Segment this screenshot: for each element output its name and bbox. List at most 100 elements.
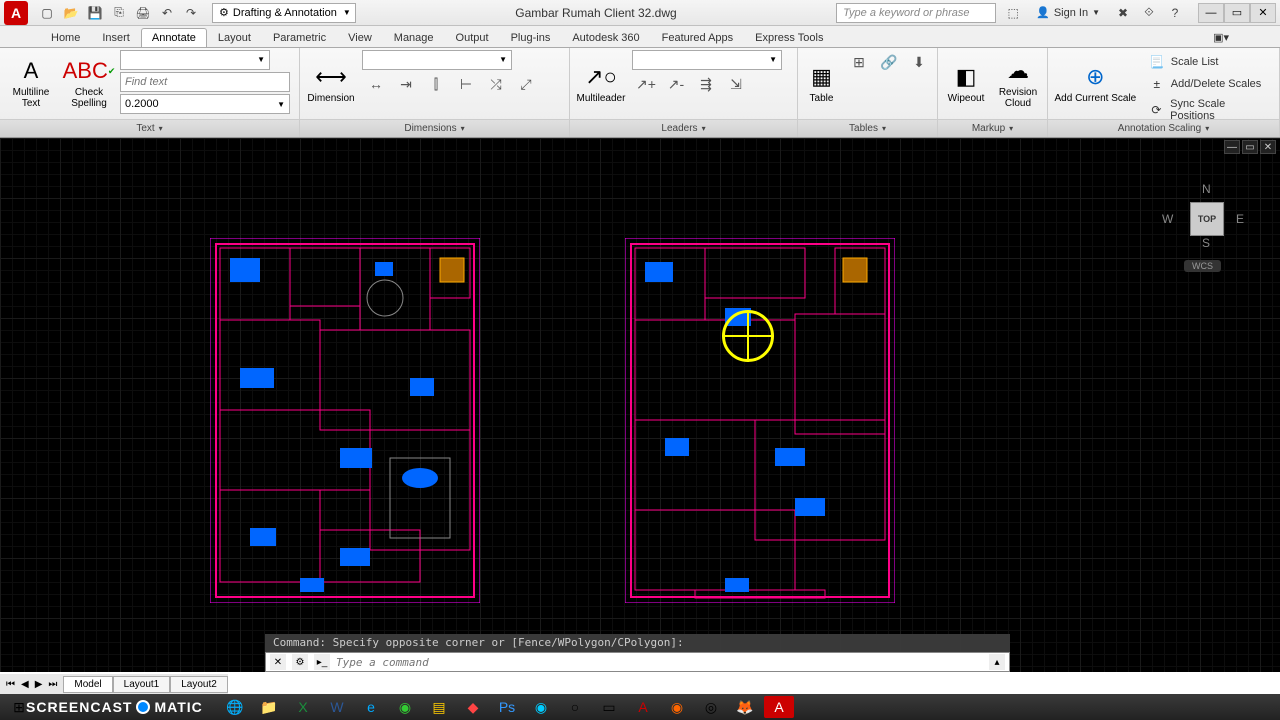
- table-link-icon[interactable]: 🔗: [875, 50, 903, 74]
- tab-home[interactable]: Home: [40, 28, 91, 47]
- leader-collect-icon[interactable]: ⇲: [722, 72, 750, 96]
- drawing-area[interactable]: — ▭ ✕: [0, 138, 1280, 672]
- wipeout-button[interactable]: ◧ Wipeout: [942, 50, 990, 116]
- command-input[interactable]: [336, 656, 983, 669]
- task-ie-icon[interactable]: 🌐: [220, 696, 250, 718]
- viewcube-south[interactable]: S: [1202, 236, 1210, 250]
- leader-style-dropdown[interactable]: [632, 50, 782, 70]
- command-close-icon[interactable]: ✕: [270, 654, 286, 670]
- task-word-icon[interactable]: W: [322, 696, 352, 718]
- close-button[interactable]: ✕: [1250, 3, 1276, 23]
- task-app2-icon[interactable]: ◉: [526, 696, 556, 718]
- new-icon[interactable]: ▢: [36, 2, 58, 24]
- task-chrome-icon[interactable]: ◎: [696, 696, 726, 718]
- app-logo[interactable]: A: [4, 1, 28, 25]
- vp-maximize-icon[interactable]: ▭: [1242, 140, 1258, 154]
- layout-next-icon[interactable]: ▶: [33, 679, 45, 690]
- scale-list-button[interactable]: 📃Scale List: [1149, 54, 1269, 70]
- add-delete-scales-button[interactable]: ±Add/Delete Scales: [1149, 76, 1269, 92]
- print-icon[interactable]: 🖨: [132, 2, 154, 24]
- exchange-icon[interactable]: ✖: [1112, 3, 1134, 23]
- dim-adjust-icon[interactable]: ⤢: [512, 72, 540, 96]
- stayconnected-icon[interactable]: ⟐: [1138, 3, 1160, 23]
- search-input[interactable]: Type a keyword or phrase: [836, 3, 996, 23]
- task-acad2-icon[interactable]: A: [764, 696, 794, 718]
- dim-break-icon[interactable]: ⤮: [482, 72, 510, 96]
- leader-remove-icon[interactable]: ↗-: [662, 72, 690, 96]
- tab-parametric[interactable]: Parametric: [262, 28, 337, 47]
- vp-close-icon[interactable]: ✕: [1260, 140, 1276, 154]
- layout-tab-2[interactable]: Layout2: [170, 676, 228, 693]
- leader-align-icon[interactable]: ⇶: [692, 72, 720, 96]
- viewcube-west[interactable]: W: [1162, 212, 1173, 226]
- vp-minimize-icon[interactable]: —: [1224, 140, 1240, 154]
- redo-icon[interactable]: ↷: [180, 2, 202, 24]
- panel-title-tables[interactable]: Tables: [798, 119, 937, 137]
- tab-output[interactable]: Output: [445, 28, 500, 47]
- tab-manage[interactable]: Manage: [383, 28, 445, 47]
- viewcube-cs[interactable]: WCS: [1184, 260, 1221, 272]
- check-spelling-button[interactable]: ABC✔ Check Spelling: [62, 50, 116, 116]
- viewcube[interactable]: N S E W TOP WCS: [1160, 168, 1250, 278]
- viewcube-east[interactable]: E: [1236, 212, 1244, 226]
- tab-layout[interactable]: Layout: [207, 28, 262, 47]
- task-app5-icon[interactable]: ◉: [662, 696, 692, 718]
- revision-cloud-button[interactable]: ☁ Revision Cloud: [994, 50, 1042, 116]
- command-options-icon[interactable]: ⚙: [292, 654, 308, 670]
- dim-baseline-icon[interactable]: ⫿: [422, 72, 450, 96]
- ribbon-minimize-icon[interactable]: ▣▾: [1202, 27, 1240, 47]
- command-history-icon[interactable]: ▴: [989, 654, 1005, 670]
- multiline-text-button[interactable]: A Multiline Text: [4, 50, 58, 116]
- tab-plugins[interactable]: Plug-ins: [500, 28, 562, 47]
- leader-add-icon[interactable]: ↗+: [632, 72, 660, 96]
- tab-view[interactable]: View: [337, 28, 383, 47]
- maximize-button[interactable]: ▭: [1224, 3, 1250, 23]
- table-extract-icon[interactable]: ⊞: [845, 50, 873, 74]
- saveas-icon[interactable]: ⎘: [108, 2, 130, 24]
- tab-expresstools[interactable]: Express Tools: [744, 28, 834, 47]
- task-ps-icon[interactable]: Ps: [492, 696, 522, 718]
- layout-first-icon[interactable]: ⏮: [4, 679, 17, 690]
- find-text-input[interactable]: [120, 72, 290, 92]
- tab-annotate[interactable]: Annotate: [141, 28, 207, 47]
- dimension-button[interactable]: ⟷ Dimension: [304, 50, 358, 116]
- task-firefox-icon[interactable]: 🦊: [730, 696, 760, 718]
- open-icon[interactable]: 📂: [60, 2, 82, 24]
- help-icon[interactable]: ?: [1164, 3, 1186, 23]
- table-download-icon[interactable]: ⬇: [905, 50, 933, 74]
- task-acad-icon[interactable]: A: [628, 696, 658, 718]
- layout-tab-model[interactable]: Model: [63, 676, 112, 693]
- multileader-button[interactable]: ↗○ Multileader: [574, 50, 628, 116]
- layout-tab-1[interactable]: Layout1: [113, 676, 171, 693]
- tab-insert[interactable]: Insert: [91, 28, 141, 47]
- task-notes-icon[interactable]: ▤: [424, 696, 454, 718]
- save-icon[interactable]: 💾: [84, 2, 106, 24]
- viewcube-top-face[interactable]: TOP: [1190, 202, 1224, 236]
- signin-button[interactable]: 👤 Sign In▼: [1028, 6, 1108, 19]
- command-line[interactable]: ✕ ⚙ ▸_ ▴: [265, 652, 1010, 672]
- text-height-input[interactable]: 0.2000: [120, 94, 290, 114]
- task-edge-icon[interactable]: e: [356, 696, 386, 718]
- table-button[interactable]: ▦ Table: [802, 50, 841, 116]
- dim-style-dropdown[interactable]: [362, 50, 512, 70]
- layout-prev-icon[interactable]: ◀: [19, 679, 31, 690]
- workspace-dropdown[interactable]: ⚙Drafting & Annotation: [212, 3, 356, 23]
- task-app3-icon[interactable]: ○: [560, 696, 590, 718]
- layout-last-icon[interactable]: ⏭: [46, 679, 59, 690]
- minimize-button[interactable]: —: [1198, 3, 1224, 23]
- task-excel-icon[interactable]: X: [288, 696, 318, 718]
- undo-icon[interactable]: ↶: [156, 2, 178, 24]
- text-style-dropdown[interactable]: [120, 50, 270, 70]
- panel-title-text[interactable]: Text: [0, 119, 299, 137]
- panel-title-leaders[interactable]: Leaders: [570, 119, 797, 137]
- task-chat-icon[interactable]: ◉: [390, 696, 420, 718]
- dim-continue-icon[interactable]: ⇥: [392, 72, 420, 96]
- tab-featuredapps[interactable]: Featured Apps: [651, 28, 745, 47]
- infocenter-icon[interactable]: ⬚: [1002, 3, 1024, 23]
- task-app4-icon[interactable]: ▭: [594, 696, 624, 718]
- add-current-scale-button[interactable]: ⊕ Add Current Scale: [1052, 50, 1139, 116]
- tab-autodesk360[interactable]: Autodesk 360: [561, 28, 650, 47]
- panel-title-dimensions[interactable]: Dimensions: [300, 119, 569, 137]
- viewcube-north[interactable]: N: [1202, 182, 1211, 196]
- task-app1-icon[interactable]: ◆: [458, 696, 488, 718]
